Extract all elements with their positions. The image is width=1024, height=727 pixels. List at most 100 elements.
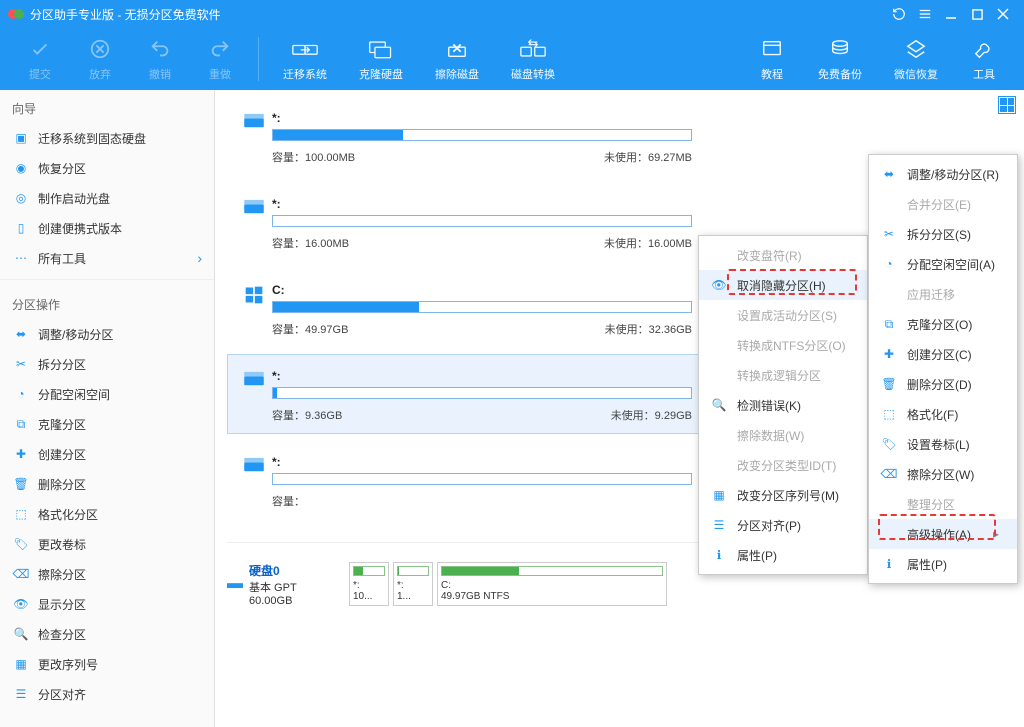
drive-icon bbox=[236, 455, 272, 473]
serial-icon: ▦ bbox=[709, 485, 729, 505]
op-resize[interactable]: ⬌调整/移动分区 bbox=[0, 319, 214, 349]
wizard-migrate-ssd[interactable]: ▣迁移系统到固态硬盘 bbox=[0, 123, 214, 153]
partition-capacity: 容量：9.36GB bbox=[272, 407, 611, 423]
prop-icon: ℹ bbox=[709, 545, 729, 565]
context-menu-item[interactable]: ⌫擦除分区(W) bbox=[869, 459, 1017, 489]
close-button[interactable] bbox=[990, 0, 1016, 28]
serial-icon: ▦ bbox=[12, 655, 30, 673]
check-icon: 🔍 bbox=[709, 395, 729, 415]
wizard-recover-partition[interactable]: ◉恢复分区 bbox=[0, 153, 214, 183]
prop-icon: ℹ bbox=[879, 554, 899, 574]
context-menu-item[interactable]: 高级操作(A)▸ bbox=[869, 519, 1017, 549]
disk-segment[interactable]: C:49.97GB NTFS bbox=[437, 562, 667, 606]
context-menu-item: 转换成NTFS分区(O) bbox=[699, 330, 867, 360]
context-menu-item: 改变分区类型ID(T) bbox=[699, 450, 867, 480]
partition-usage-bar bbox=[272, 215, 692, 227]
tutorial-button[interactable]: 教程 bbox=[742, 28, 802, 90]
context-menu-item[interactable]: ℹ属性(P) bbox=[699, 540, 867, 570]
context-menu-item[interactable]: ⧉克隆分区(O) bbox=[869, 309, 1017, 339]
chevron-right-icon: › bbox=[197, 250, 202, 266]
op-delete[interactable]: 🗑删除分区 bbox=[0, 469, 214, 499]
convert-disk-button[interactable]: 磁盘转换 bbox=[495, 28, 571, 90]
drive-icon bbox=[236, 369, 272, 387]
redo-button[interactable]: 重做 bbox=[190, 28, 250, 90]
op-check[interactable]: 🔍检查分区 bbox=[0, 619, 214, 649]
align-icon: ☰ bbox=[709, 515, 729, 535]
partition-label: *: bbox=[272, 111, 892, 125]
clone-disk-button[interactable]: 克隆硬盘 bbox=[343, 28, 419, 90]
wipe-disk-button[interactable]: 擦除磁盘 bbox=[419, 28, 495, 90]
undo-button[interactable]: 撤销 bbox=[130, 28, 190, 90]
maximize-button[interactable] bbox=[964, 0, 990, 28]
partition-label: *: bbox=[272, 197, 892, 211]
menu-button[interactable] bbox=[912, 0, 938, 28]
context-menu-item[interactable]: 👁取消隐藏分区(H) bbox=[699, 270, 867, 300]
commit-button[interactable]: 提交 bbox=[10, 28, 70, 90]
wizard-portable[interactable]: ▯创建便携式版本 bbox=[0, 213, 214, 243]
refresh-button[interactable] bbox=[886, 0, 912, 28]
context-menu-item[interactable]: 🔍检测错误(K) bbox=[699, 390, 867, 420]
op-format[interactable]: ⬚格式化分区 bbox=[0, 499, 214, 529]
op-align[interactable]: ☰分区对齐 bbox=[0, 679, 214, 709]
context-menu-item[interactable]: 🏷设置卷标(L) bbox=[869, 429, 1017, 459]
context-menu-item[interactable]: ⬌调整/移动分区(R) bbox=[869, 159, 1017, 189]
op-clone[interactable]: ⧉克隆分区 bbox=[0, 409, 214, 439]
context-menu-item[interactable]: ◔分配空闲空间(A) bbox=[869, 249, 1017, 279]
context-menu-item[interactable]: ⬚格式化(F) bbox=[869, 399, 1017, 429]
tools-button[interactable]: 工具 bbox=[954, 28, 1014, 90]
app-logo-icon bbox=[8, 6, 24, 22]
more-icon: ⋯ bbox=[12, 249, 30, 267]
del-icon: 🗑 bbox=[879, 374, 899, 394]
context-menu-item[interactable]: ✂拆分分区(S) bbox=[869, 219, 1017, 249]
migrate-os-button[interactable]: 迁移系统 bbox=[267, 28, 343, 90]
wizard-make-bootdisc[interactable]: ◎制作启动光盘 bbox=[0, 183, 214, 213]
disk-name: 硬盘0 bbox=[249, 562, 349, 579]
context-menu-item: 擦除数据(W) bbox=[699, 420, 867, 450]
allocate-icon: ◔ bbox=[12, 385, 30, 403]
wizard-all-tools[interactable]: ⋯所有工具› bbox=[0, 243, 214, 273]
blank-icon bbox=[709, 425, 729, 445]
context-menu-item[interactable]: ℹ属性(P) bbox=[869, 549, 1017, 579]
wechat-recover-button[interactable]: 微信恢复 bbox=[878, 28, 954, 90]
format-icon: ⬚ bbox=[12, 505, 30, 523]
partition-usage-bar bbox=[272, 129, 692, 141]
op-serial[interactable]: ▦更改序列号 bbox=[0, 649, 214, 679]
partition-usage-bar bbox=[272, 387, 692, 399]
context-menu-item: 应用迁移 bbox=[869, 279, 1017, 309]
wipe-icon: ⌫ bbox=[12, 565, 30, 583]
backup-button[interactable]: 免费备份 bbox=[802, 28, 878, 90]
context-menu-item[interactable]: ✚创建分区(C) bbox=[869, 339, 1017, 369]
blank-icon bbox=[709, 305, 729, 325]
context-menu-item[interactable]: ☰分区对齐(P) bbox=[699, 510, 867, 540]
wipe-icon: ⌫ bbox=[879, 464, 899, 484]
context-menu-item: 整理分区 bbox=[869, 489, 1017, 519]
disk-segment[interactable]: *:1... bbox=[393, 562, 433, 606]
blank-icon bbox=[709, 365, 729, 385]
context-menu-item[interactable]: ▦改变分区序列号(M) bbox=[699, 480, 867, 510]
minimize-button[interactable] bbox=[938, 0, 964, 28]
align-icon: ☰ bbox=[12, 685, 30, 703]
context-menu-main: ⬌调整/移动分区(R)合并分区(E)✂拆分分区(S)◔分配空闲空间(A)应用迁移… bbox=[868, 154, 1018, 584]
partition-usage-bar bbox=[272, 473, 692, 485]
op-label[interactable]: 🏷更改卷标 bbox=[0, 529, 214, 559]
blank-icon bbox=[709, 245, 729, 265]
recover-icon: ◉ bbox=[12, 159, 30, 177]
op-wipe[interactable]: ⌫擦除分区 bbox=[0, 559, 214, 589]
drive-icon bbox=[236, 111, 272, 129]
view-grid-button[interactable] bbox=[998, 96, 1016, 114]
disk-segment[interactable]: *:10... bbox=[349, 562, 389, 606]
delete-icon: 🗑 bbox=[12, 475, 30, 493]
windows-icon bbox=[236, 283, 272, 305]
op-show[interactable]: 👁显示分区 bbox=[0, 589, 214, 619]
wizard-group-title: 向导 bbox=[0, 90, 214, 123]
context-menu-item[interactable]: 🗑删除分区(D) bbox=[869, 369, 1017, 399]
op-create[interactable]: ✚创建分区 bbox=[0, 439, 214, 469]
split-icon: ✂ bbox=[879, 224, 899, 244]
portable-icon: ▯ bbox=[12, 219, 30, 237]
op-allocate[interactable]: ◔分配空闲空间 bbox=[0, 379, 214, 409]
blank-icon bbox=[709, 455, 729, 475]
discard-button[interactable]: 放弃 bbox=[70, 28, 130, 90]
disk-size: 60.00GB bbox=[249, 595, 349, 607]
op-split[interactable]: ✂拆分分区 bbox=[0, 349, 214, 379]
blank-icon bbox=[709, 335, 729, 355]
